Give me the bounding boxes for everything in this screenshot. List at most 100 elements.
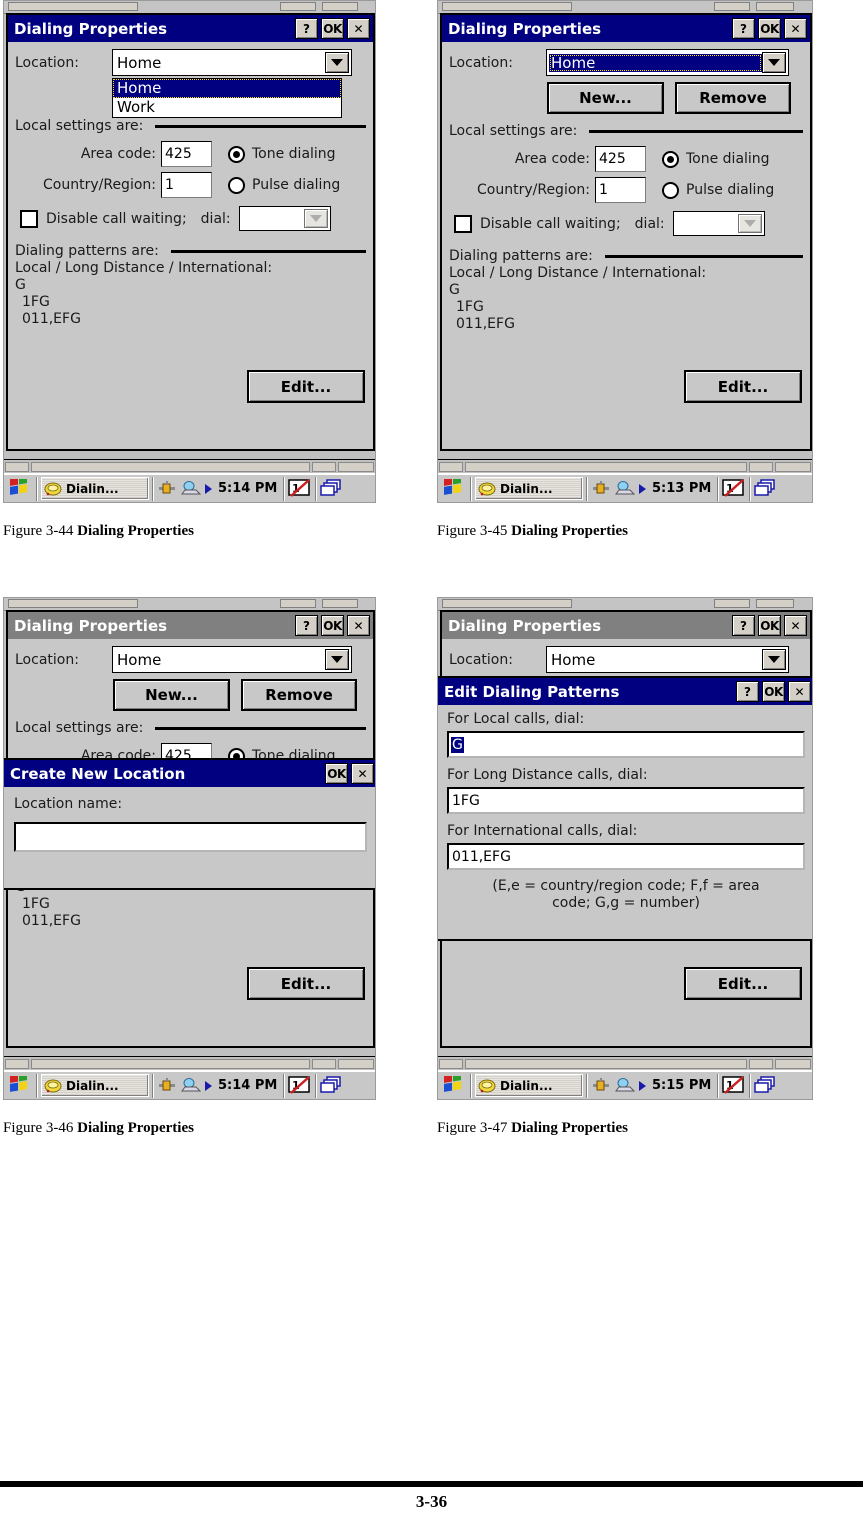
chevron-down-icon[interactable] [303, 209, 328, 228]
scrollbar-track[interactable] [465, 1058, 747, 1069]
dial-combobox[interactable] [672, 211, 765, 236]
chevron-down-icon[interactable] [737, 214, 762, 233]
chevron-down-icon[interactable] [325, 649, 349, 670]
help-button[interactable]: ? [732, 18, 755, 39]
tone-dialing-radio[interactable] [662, 150, 679, 168]
disable-call-waiting-checkbox[interactable] [20, 209, 38, 228]
taskbar-item-dialing[interactable]: Dialin... [475, 477, 583, 500]
scrollbar-right-segment[interactable] [749, 1058, 773, 1069]
dropdown-option-work[interactable]: Work [113, 98, 341, 117]
start-button[interactable] [441, 1074, 467, 1098]
input-panel-icon[interactable]: 1 [288, 1075, 312, 1096]
scrollbar-strip[interactable] [4, 459, 375, 473]
help-button[interactable]: ? [295, 18, 318, 39]
international-calls-input[interactable]: 011,EFG [447, 843, 805, 870]
start-button[interactable] [7, 1074, 33, 1098]
input-panel-icon[interactable]: 1 [722, 478, 746, 499]
close-button[interactable]: ✕ [347, 615, 370, 636]
edit-button[interactable]: Edit... [247, 967, 365, 1000]
close-button[interactable]: ✕ [788, 681, 811, 702]
scrollbar-end-segment[interactable] [775, 1058, 811, 1069]
close-button[interactable]: ✕ [784, 18, 807, 39]
help-button[interactable]: ? [295, 615, 318, 636]
taskbar-item-dialing[interactable]: Dialin... [41, 1074, 149, 1097]
location-combobox[interactable]: Home Home Work [112, 49, 352, 118]
tray-expand-icon[interactable] [205, 1080, 212, 1091]
ok-button[interactable]: OK [758, 615, 781, 636]
help-button[interactable]: ? [732, 615, 755, 636]
tray-expand-icon[interactable] [639, 1080, 646, 1091]
start-button[interactable] [441, 477, 467, 501]
scrollbar-left-segment[interactable] [5, 1058, 29, 1069]
scrollbar-left-segment[interactable] [5, 461, 29, 472]
dropdown-option-home[interactable]: Home [113, 79, 341, 98]
ok-button[interactable]: OK [325, 763, 348, 784]
location-dropdown-list[interactable]: Home Work [112, 78, 342, 118]
taskbar-separator [749, 1073, 752, 1098]
dial-combobox[interactable] [238, 206, 331, 231]
chevron-down-icon[interactable] [762, 52, 786, 73]
pulse-dialing-radio[interactable] [662, 181, 679, 199]
tone-dialing-radio[interactable] [228, 145, 245, 163]
local-calls-input[interactable]: G [447, 731, 805, 758]
close-button[interactable]: ✕ [351, 763, 374, 784]
clock[interactable]: 5:15 PM [649, 1078, 714, 1093]
disable-call-waiting-checkbox[interactable] [454, 214, 472, 233]
scrollbar-left-segment[interactable] [439, 461, 463, 472]
network-plug-icon [593, 1077, 609, 1090]
new-location-button[interactable]: New... [547, 82, 664, 114]
country-region-input[interactable]: 1 [595, 177, 646, 203]
taskbar-item-dialing[interactable]: Dialin... [475, 1074, 583, 1097]
new-location-button[interactable]: New... [113, 679, 230, 711]
scrollbar-right-segment[interactable] [749, 461, 773, 472]
cascade-windows-icon[interactable] [754, 1075, 778, 1096]
clock[interactable]: 5:13 PM [649, 481, 714, 496]
scrollbar-track[interactable] [465, 461, 747, 472]
close-button[interactable]: ✕ [347, 18, 370, 39]
chevron-down-icon[interactable] [762, 649, 786, 670]
location-name-input[interactable] [14, 822, 367, 852]
location-combobox[interactable]: Home [112, 646, 352, 673]
scrollbar-track[interactable] [31, 1058, 310, 1069]
area-code-input[interactable]: 425 [161, 141, 212, 167]
scrollbar-end-segment[interactable] [338, 461, 374, 472]
pulse-dialing-radio[interactable] [228, 176, 245, 194]
input-panel-icon[interactable]: 1 [722, 1075, 746, 1096]
ok-button[interactable]: OK [321, 18, 344, 39]
remove-location-button[interactable]: Remove [675, 82, 791, 114]
edit-button[interactable]: Edit... [247, 370, 365, 403]
scrollbar-end-segment[interactable] [775, 461, 811, 472]
location-combobox[interactable]: Home [546, 49, 789, 76]
input-panel-icon[interactable]: 1 [288, 478, 312, 499]
edit-button[interactable]: Edit... [684, 370, 802, 403]
ok-button[interactable]: OK [758, 18, 781, 39]
scrollbar-left-segment[interactable] [439, 1058, 463, 1069]
scrollbar-right-segment[interactable] [312, 1058, 336, 1069]
edit-button[interactable]: Edit... [684, 967, 802, 1000]
cascade-windows-icon[interactable] [320, 478, 344, 499]
location-combobox[interactable]: Home [546, 646, 789, 673]
cascade-windows-icon[interactable] [754, 478, 778, 499]
clock[interactable]: 5:14 PM [215, 1078, 280, 1093]
scrollbar-strip[interactable] [438, 1056, 812, 1070]
tray-expand-icon[interactable] [205, 483, 212, 494]
help-button[interactable]: ? [736, 681, 759, 702]
taskbar-item-dialing[interactable]: Dialin... [41, 477, 149, 500]
scrollbar-strip[interactable] [438, 459, 812, 473]
clock[interactable]: 5:14 PM [215, 481, 280, 496]
scrollbar-strip[interactable] [4, 1056, 375, 1070]
scrollbar-right-segment[interactable] [312, 461, 336, 472]
chevron-down-icon[interactable] [325, 52, 349, 73]
area-code-input[interactable]: 425 [595, 146, 646, 172]
cascade-windows-icon[interactable] [320, 1075, 344, 1096]
long-distance-calls-input[interactable]: 1FG [447, 787, 805, 814]
remove-location-button[interactable]: Remove [241, 679, 357, 711]
ok-button[interactable]: OK [321, 615, 344, 636]
ok-button[interactable]: OK [762, 681, 785, 702]
scrollbar-end-segment[interactable] [338, 1058, 374, 1069]
scrollbar-track[interactable] [31, 461, 310, 472]
tray-expand-icon[interactable] [639, 483, 646, 494]
close-button[interactable]: ✕ [784, 615, 807, 636]
start-button[interactable] [7, 477, 33, 501]
country-region-input[interactable]: 1 [161, 172, 212, 198]
